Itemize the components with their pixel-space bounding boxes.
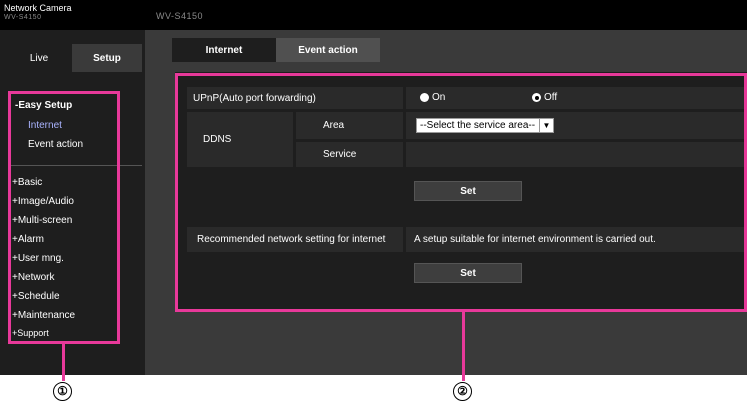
callout-number-1: ① — [53, 382, 72, 401]
highlight-box-sidebar — [8, 91, 120, 344]
callout-number-2: ② — [453, 382, 472, 401]
callout-line-2 — [462, 312, 465, 381]
tab-event-action[interactable]: Event action — [276, 38, 380, 62]
callout-line-1 — [62, 344, 65, 381]
highlight-box-panel — [175, 73, 747, 312]
model-name-header: WV-S4150 — [156, 11, 204, 21]
tab-internet[interactable]: Internet — [172, 38, 276, 62]
tab-live[interactable]: Live — [6, 44, 72, 72]
app-title: Network Camera — [4, 3, 72, 13]
model-name-small: WV-S4150 — [4, 14, 42, 21]
top-bar: Network Camera WV-S4150 WV-S4150 — [0, 0, 747, 30]
tab-setup[interactable]: Setup — [72, 44, 142, 72]
